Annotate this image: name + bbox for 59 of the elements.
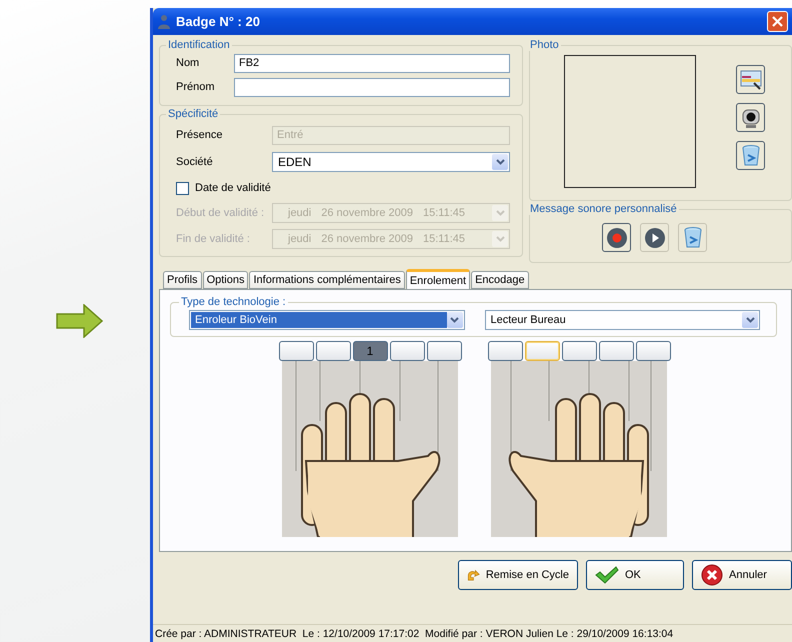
record-icon	[606, 226, 628, 248]
group-title: Spécificité	[167, 108, 220, 120]
caret-icon	[746, 317, 754, 323]
text-field[interactable]: FB2	[234, 54, 510, 72]
technology-dropdown[interactable]: Enroleur BioVein	[189, 310, 464, 330]
caret-icon	[496, 159, 504, 165]
finger-button[interactable]	[562, 341, 596, 361]
person-icon	[157, 14, 171, 30]
finger-button[interactable]	[278, 341, 314, 361]
trash-button[interactable]	[736, 141, 765, 170]
trash-button[interactable]	[678, 223, 707, 252]
tab[interactable]: Profils	[163, 271, 202, 289]
group-title: Photo	[529, 39, 560, 51]
field-label: Société	[176, 156, 214, 168]
finger-button[interactable]	[488, 341, 522, 361]
technology-dropdown[interactable]: Lecteur Bureau	[484, 310, 760, 330]
dialog-button[interactable]: Annuler	[692, 560, 792, 590]
arrow-icon	[56, 304, 104, 338]
trash-icon	[742, 144, 760, 166]
text-field[interactable]	[234, 78, 510, 96]
field-label: Prénom	[176, 81, 216, 93]
finger-button[interactable]	[390, 341, 424, 361]
field-label: Présence	[176, 129, 224, 141]
window-title: Badge N° : 20	[176, 14, 261, 29]
caret-icon	[450, 317, 459, 323]
tab[interactable]: Encodage	[471, 271, 529, 289]
tab[interactable]: Informations complémentaires	[249, 271, 405, 289]
close-icon	[701, 564, 723, 586]
play-button[interactable]	[640, 223, 669, 252]
caret-icon	[496, 210, 504, 216]
field-label: Début de validité :	[176, 206, 266, 218]
status-text: Crée par : ADMINISTRATEUR Le : 12/10/2009 17:17:02 Modifié par : VERON Julien Le : 29/10/2009 16:13:04	[155, 628, 674, 640]
finger-button[interactable]	[636, 341, 670, 361]
tab[interactable]: Enrolement	[406, 269, 470, 289]
dialog-button[interactable]: OK	[586, 560, 684, 590]
trash-icon	[684, 226, 702, 248]
image-button[interactable]	[736, 65, 765, 94]
checkmark-icon	[595, 566, 619, 584]
finger-button[interactable]	[598, 341, 634, 361]
dialog-button[interactable]: Remise en Cycle	[458, 560, 578, 590]
field-label: Fin de validité :	[176, 232, 251, 244]
company-dropdown[interactable]: EDEN	[272, 152, 510, 172]
finger-button[interactable]	[426, 341, 462, 361]
finger-button[interactable]	[316, 341, 350, 361]
record-button[interactable]	[602, 223, 631, 252]
group-title: Type de technologie :	[180, 296, 287, 308]
finger-button[interactable]: 1	[352, 341, 388, 361]
webcam-button[interactable]	[736, 103, 765, 132]
play-icon	[644, 226, 666, 248]
image-icon	[740, 70, 762, 90]
field-label: Nom	[176, 57, 200, 69]
webcam-icon	[740, 106, 760, 128]
tab[interactable]: Options	[202, 271, 248, 289]
close-button[interactable]	[767, 11, 788, 32]
validity-checkbox[interactable]: Date de validité	[176, 178, 510, 198]
group-title: Identification	[167, 39, 231, 51]
close-icon	[772, 16, 783, 27]
group-title: Message sonore personnalisé	[529, 203, 678, 215]
caret-icon	[496, 236, 504, 242]
